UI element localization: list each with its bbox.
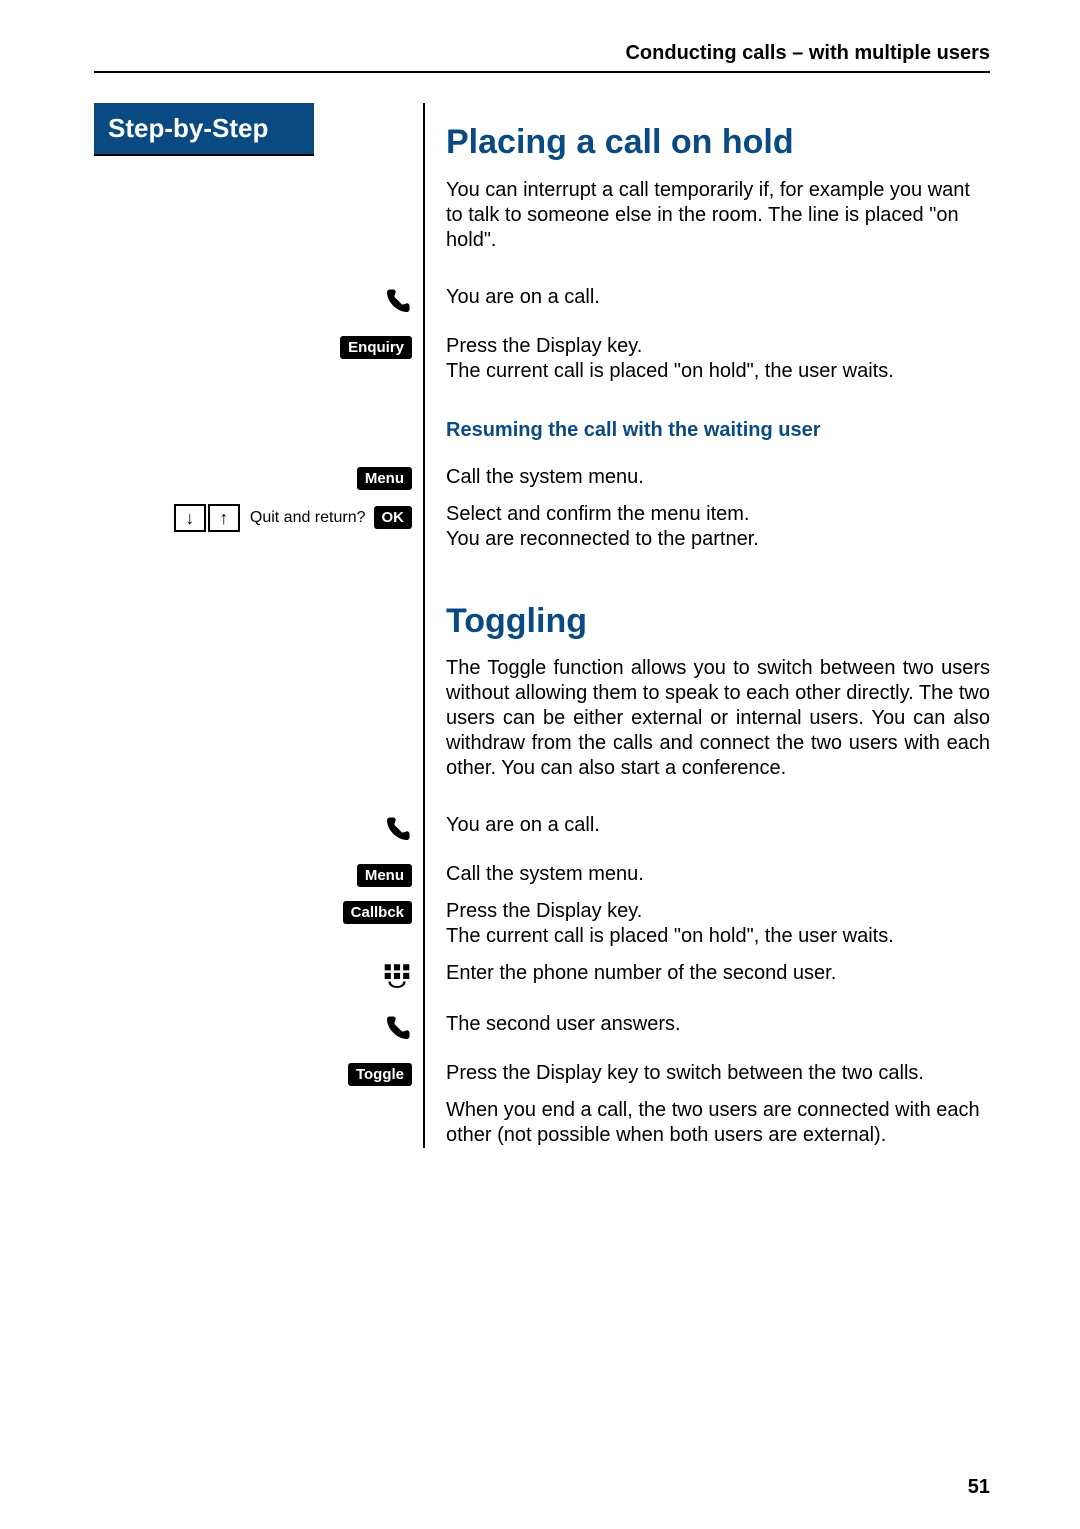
text-press-display-2b: The current call is placed "on hold", th… [446,925,894,947]
text-on-call-1: You are on a call. [424,285,990,310]
text-call-menu-2: Call the system menu. [424,862,990,887]
section-title-toggling: Toggling [446,600,990,643]
text-call-menu-1: Call the system menu. [424,465,990,490]
section-title-hold: Placing a call on hold [446,121,990,164]
softkey-enquiry[interactable]: Enquiry [340,336,412,359]
text-press-display-2a: Press the Display key. [446,900,642,922]
page-header: Conducting calls – with multiple users [94,42,990,73]
subheading-resuming: Resuming the call with the waiting user [446,418,990,443]
softkey-menu-1[interactable]: Menu [357,467,412,490]
page-number: 51 [968,1476,990,1499]
text-select-confirm-b: You are reconnected to the partner. [446,528,759,550]
text-on-call-2: You are on a call. [424,813,990,838]
text-end-call: When you end a call, the two users are c… [424,1098,990,1148]
softkey-menu-2[interactable]: Menu [357,864,412,887]
section-intro-toggling: The Toggle function allows you to switch… [446,656,990,781]
text-second-answers: The second user answers. [424,1012,990,1037]
menu-item-quit-return: Quit and return? [250,509,366,527]
section-intro-hold: You can interrupt a call temporarily if,… [446,178,990,253]
text-press-display-1a: Press the Display key. [446,335,642,357]
text-press-display-1b: The current call is placed "on hold", th… [446,360,894,382]
content-grid: Step-by-Step Placing a call on hold You … [94,103,990,1148]
arrow-up-icon[interactable]: ↑ [208,504,240,532]
softkey-callbck[interactable]: Callbck [343,901,412,924]
softkey-toggle[interactable]: Toggle [348,1063,412,1086]
text-select-confirm-a: Select and confirm the menu item. [446,503,749,525]
arrow-down-icon[interactable]: ↓ [174,504,206,532]
dialpad-icon [382,963,412,1000]
text-enter-number: Enter the phone number of the second use… [424,961,990,986]
column-divider [423,103,425,1148]
handset-icon [382,287,412,322]
step-by-step-header: Step-by-Step [94,103,314,156]
handset-icon [382,815,412,850]
softkey-ok[interactable]: OK [374,506,413,529]
text-toggle: Press the Display key to switch between … [424,1061,990,1086]
handset-icon [382,1014,412,1049]
